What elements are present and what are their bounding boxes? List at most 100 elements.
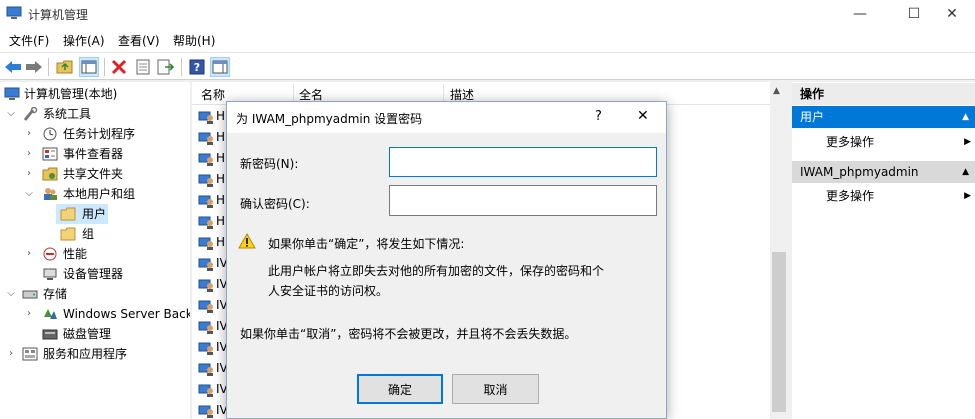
menu-view[interactable]: 查看(V) [118, 32, 160, 49]
ok-button[interactable]: 确定 [357, 374, 443, 404]
chevron-right-icon[interactable]: › [24, 124, 34, 144]
submenu-arrow-icon: ▶ [964, 191, 971, 201]
user-name: H [216, 193, 226, 207]
tree-label: 任务计划程序 [63, 127, 136, 141]
chevron-right-icon[interactable]: › [24, 164, 34, 184]
tree-item-system-tools[interactable]: ⌵ 系统工具 [0, 104, 190, 124]
action-more-actions-account[interactable]: 更多操作 ▶ [792, 185, 975, 207]
tree-item-groups[interactable]: 组 [0, 224, 190, 244]
tree-label: 组 [82, 227, 95, 241]
user-icon [198, 153, 213, 166]
user-name: H [216, 172, 226, 186]
back-icon[interactable] [3, 57, 23, 77]
users-group-icon [44, 188, 57, 200]
forward-icon[interactable] [24, 57, 44, 77]
computer-management-icon [4, 87, 20, 100]
actions-section-users[interactable]: 用户 ▲ [792, 106, 975, 128]
export-list-icon[interactable] [156, 57, 176, 77]
tree-label: 设备管理器 [63, 267, 124, 281]
scrollbar-thumb[interactable] [772, 252, 786, 412]
column-header-name[interactable]: 名称 [201, 86, 225, 103]
set-password-dialog: 为 IWAM_phpmyadmin 设置密码 ? ✕ 新密码(N): 确认密码(… [226, 101, 667, 419]
confirm-password-label: 确认密码(C): [240, 197, 310, 211]
chevron-right-icon[interactable]: › [24, 304, 34, 324]
collapse-icon[interactable]: ▲ [962, 106, 969, 128]
tree-label: 性能 [63, 247, 88, 261]
tree-item-users[interactable]: 用户 [56, 204, 108, 224]
dialog-title: 为 IWAM_phpmyadmin 设置密码 [236, 112, 423, 126]
user-icon [198, 132, 213, 145]
actions-pane: 操作 用户 ▲ 更多操作 ▶ IWAM_phpmyadmin ▲ 更多操作 ▶ [792, 82, 975, 419]
user-name: H [216, 235, 226, 249]
user-icon [198, 111, 213, 124]
list-scrollbar[interactable]: ▲ [770, 82, 788, 419]
chevron-down-icon[interactable]: ⌵ [6, 104, 16, 124]
tree-item-task-scheduler[interactable]: › 任务计划程序 [0, 124, 190, 144]
tree-label: 事件查看器 [63, 147, 124, 161]
help-icon[interactable]: ? [187, 57, 207, 77]
minimize-button[interactable]: — [837, 0, 883, 28]
warning-heading: 如果你单击“确定”，将发生如下情况: [268, 237, 465, 251]
tree-item-shared-folders[interactable]: › 共享文件夹 [0, 164, 190, 184]
up-folder-icon[interactable] [55, 57, 75, 77]
collapse-icon[interactable]: ▲ [962, 161, 969, 183]
tree-label: 服务和应用程序 [43, 347, 128, 361]
tree-item-disk-management[interactable]: 磁盘管理 [0, 324, 190, 344]
actions-section-account[interactable]: IWAM_phpmyadmin ▲ [792, 161, 975, 183]
user-icon [198, 405, 213, 418]
properties-icon[interactable] [133, 57, 153, 77]
toolbar: ? [0, 52, 975, 80]
show-hide-tree-icon[interactable] [79, 57, 99, 77]
menu-action[interactable]: 操作(A) [63, 32, 105, 49]
submenu-arrow-icon: ▶ [964, 137, 971, 147]
chevron-down-icon[interactable]: ⌵ [6, 284, 16, 304]
tree-label: 本地用户和组 [63, 187, 136, 201]
tree-item-computer-management[interactable]: 计算机管理(本地) [0, 84, 190, 104]
clock-icon [43, 127, 57, 141]
user-icon [198, 342, 213, 355]
scroll-up-arrow-icon[interactable]: ▲ [773, 86, 780, 96]
user-icon [198, 384, 213, 397]
dialog-help-button[interactable]: ? [595, 109, 602, 124]
tree-item-storage[interactable]: ⌵ 存储 [0, 284, 190, 304]
chevron-right-icon[interactable]: › [24, 144, 34, 164]
tree-item-local-users-groups[interactable]: ⌵ 本地用户和组 [0, 184, 190, 204]
tree-item-services-apps[interactable]: › 服务和应用程序 [0, 344, 190, 364]
delete-icon[interactable] [109, 57, 129, 77]
tree-item-event-viewer[interactable]: › 事件查看器 [0, 144, 190, 164]
tree-label: 存储 [43, 287, 68, 301]
dialog-close-button[interactable]: ✕ [637, 108, 649, 124]
tree-label: 共享文件夹 [63, 167, 124, 181]
user-icon [198, 258, 213, 271]
user-icon [198, 216, 213, 229]
actions-header: 操作 [792, 83, 975, 105]
chevron-right-icon[interactable]: › [6, 344, 16, 364]
action-label: 更多操作 [826, 135, 875, 149]
event-viewer-icon [42, 147, 58, 161]
tree-item-device-manager[interactable]: 设备管理器 [0, 264, 190, 284]
svg-text:?: ? [194, 61, 200, 74]
section-label: IWAM_phpmyadmin [800, 165, 919, 179]
performance-icon [43, 247, 57, 261]
menu-file[interactable]: 文件(F) [9, 32, 49, 49]
folder-icon [60, 227, 76, 241]
close-window-button[interactable]: ✕ [929, 0, 975, 28]
tree-label: 计算机管理(本地) [24, 87, 118, 101]
user-icon [198, 321, 213, 334]
cancel-note: 如果你单击“取消”，密码将不会被更改，并且将不会丢失数据。 [240, 327, 577, 341]
new-password-field[interactable] [389, 147, 657, 177]
confirm-password-field[interactable] [389, 185, 657, 216]
services-icon [22, 347, 38, 361]
user-name: H [216, 151, 226, 165]
chevron-down-icon[interactable]: ⌵ [24, 184, 34, 204]
cancel-button[interactable]: 取消 [452, 374, 539, 404]
computer-management-icon [6, 6, 22, 19]
show-hide-action-pane-icon[interactable] [210, 57, 230, 77]
user-icon [198, 195, 213, 208]
storage-icon [22, 290, 38, 299]
tree-item-performance[interactable]: › 性能 [0, 244, 190, 264]
menu-help[interactable]: 帮助(H) [173, 32, 215, 49]
action-more-actions-users[interactable]: 更多操作 ▶ [792, 131, 975, 153]
tree-item-windows-server-backup[interactable]: › Windows Server Back [0, 304, 190, 324]
chevron-right-icon[interactable]: › [24, 244, 34, 264]
